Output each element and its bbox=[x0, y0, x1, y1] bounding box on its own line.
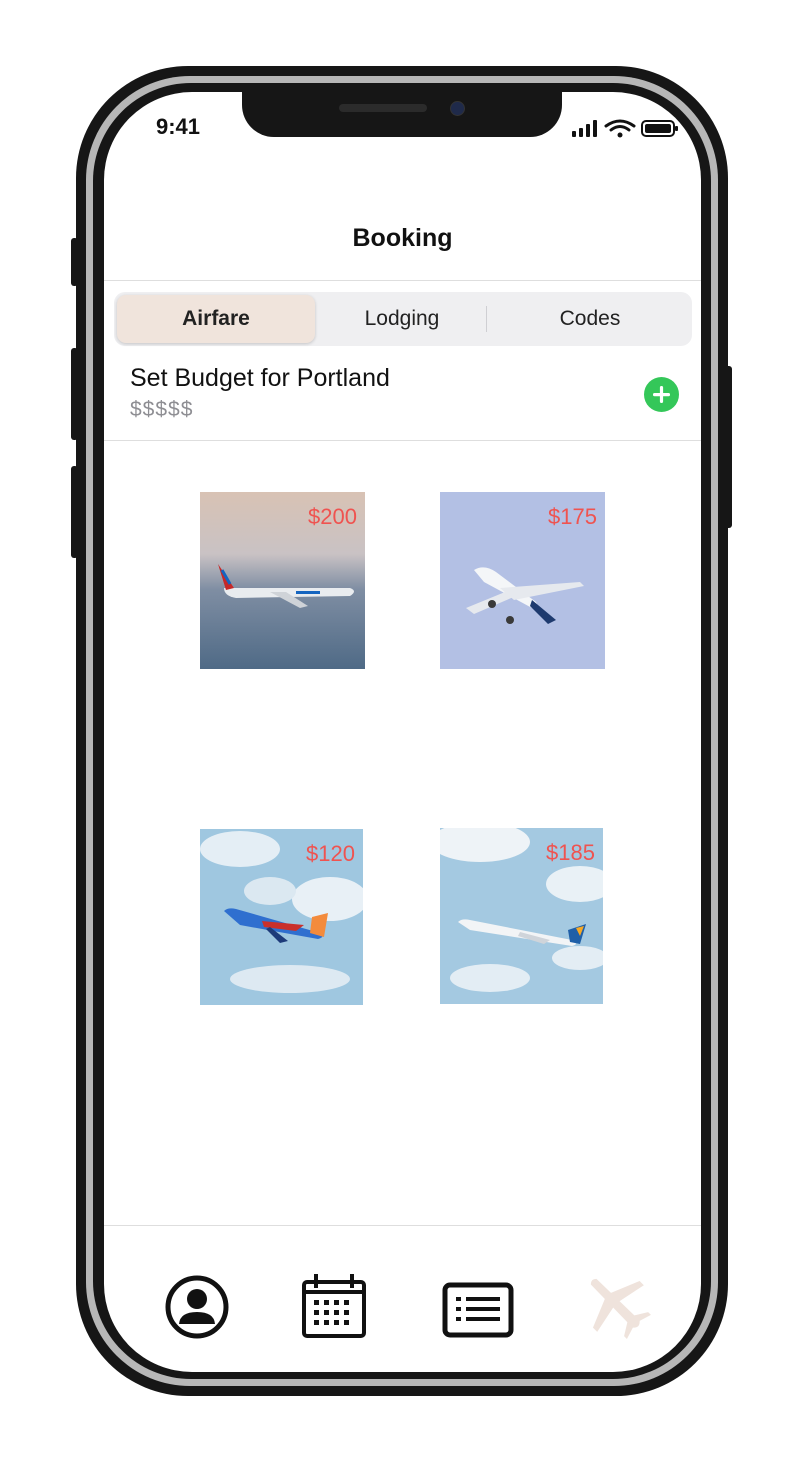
plus-circle-icon bbox=[653, 386, 670, 403]
budget-title: Set Budget for Portland bbox=[130, 364, 390, 392]
segment-airfare[interactable]: Airfare bbox=[117, 295, 315, 343]
power-button bbox=[725, 366, 732, 528]
flight-card[interactable]: $185 bbox=[440, 828, 603, 1004]
notch bbox=[242, 92, 562, 137]
calendar-icon bbox=[302, 1274, 366, 1338]
flight-price: $200 bbox=[308, 504, 357, 529]
volume-down-button bbox=[71, 466, 78, 558]
cellular-signal-icon bbox=[572, 120, 597, 137]
tab-airfare[interactable] bbox=[582, 1270, 652, 1340]
page-title: Booking bbox=[352, 224, 453, 252]
profile-icon bbox=[165, 1275, 229, 1339]
flight-card[interactable]: $175 bbox=[440, 492, 605, 669]
mute-switch bbox=[71, 238, 78, 286]
tab-profile[interactable] bbox=[164, 1274, 230, 1340]
budget-amount: $$$$$ bbox=[130, 398, 194, 421]
wifi-icon bbox=[604, 119, 636, 138]
speaker-grille bbox=[339, 104, 427, 112]
status-icons bbox=[570, 118, 682, 138]
booking-segmented-control: Airfare Lodging Codes bbox=[114, 292, 692, 346]
flight-price: $185 bbox=[546, 840, 595, 865]
add-budget-button[interactable] bbox=[644, 377, 679, 412]
airplane-icon bbox=[590, 1278, 651, 1339]
tab-list[interactable] bbox=[442, 1282, 514, 1340]
list-icon bbox=[442, 1282, 514, 1338]
flight-price: $175 bbox=[548, 504, 597, 529]
segment-separator bbox=[486, 306, 487, 332]
tab-calendar[interactable] bbox=[300, 1272, 368, 1340]
volume-up-button bbox=[71, 348, 78, 440]
segment-lodging[interactable]: Lodging bbox=[312, 295, 492, 343]
front-camera bbox=[450, 101, 465, 116]
header-divider bbox=[104, 280, 701, 281]
budget-divider bbox=[104, 440, 701, 441]
phone-screen: 9:41 Booking Airfare Lodging Codes Set B… bbox=[104, 92, 701, 1372]
tab-bar-divider bbox=[104, 1225, 701, 1226]
segment-codes[interactable]: Codes bbox=[492, 295, 688, 343]
battery-icon bbox=[641, 120, 678, 137]
flight-price: $120 bbox=[306, 841, 355, 866]
flight-card[interactable]: $200 bbox=[200, 492, 365, 669]
status-time: 9:41 bbox=[156, 114, 201, 139]
flight-card[interactable]: $120 bbox=[200, 829, 363, 1005]
